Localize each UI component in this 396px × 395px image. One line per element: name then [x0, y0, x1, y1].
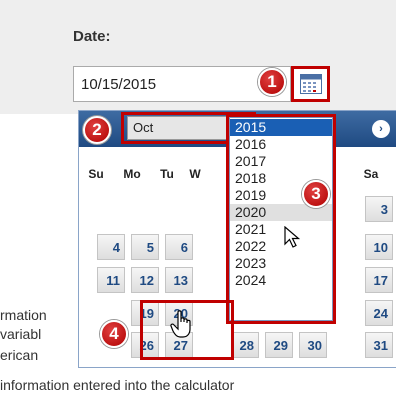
day-cell[interactable]: 4 — [97, 234, 125, 260]
step-badge-3: 3 — [302, 180, 330, 208]
calendar-icon — [299, 74, 322, 94]
weekday-header: Sa — [363, 167, 379, 181]
day-cell[interactable]: 30 — [299, 332, 327, 358]
pointer-arrow-icon — [284, 226, 301, 248]
weekday-header: Su — [88, 167, 104, 181]
day-cell[interactable]: 29 — [265, 332, 293, 358]
day-cell[interactable]: 28 — [231, 332, 259, 358]
step-badge-4: 4 — [100, 320, 128, 348]
day-cell[interactable]: 10 — [365, 234, 393, 260]
background-text-bottom: information entered into the calculator — [0, 377, 235, 393]
weekday-header: Tu — [160, 167, 174, 181]
calendar-button[interactable] — [291, 66, 330, 102]
day-cell[interactable]: 11 — [97, 267, 125, 293]
day-cell[interactable]: 17 — [365, 267, 393, 293]
day-cell[interactable]: 12 — [131, 267, 159, 293]
step-badge-2: 2 — [83, 116, 111, 144]
background-text-line-1: rmation — [0, 307, 47, 323]
day-cell[interactable]: 24 — [365, 300, 393, 326]
highlight-box-year — [226, 114, 336, 324]
weekday-header: Mo — [123, 167, 141, 181]
background-text-line-3: erican — [0, 347, 39, 363]
next-month-icon[interactable]: › — [372, 120, 390, 138]
day-cell[interactable]: 3 — [365, 196, 393, 222]
day-cell[interactable]: 31 — [365, 332, 393, 358]
date-label: Date: — [73, 28, 111, 45]
day-cell[interactable]: 13 — [165, 267, 193, 293]
step-badge-1: 1 — [258, 68, 286, 96]
background-text-line-2: variabl — [0, 326, 42, 342]
hand-cursor-icon — [170, 310, 191, 338]
day-cell[interactable]: 6 — [165, 234, 193, 260]
weekday-header: W — [189, 167, 201, 181]
day-cell[interactable]: 5 — [131, 234, 159, 260]
